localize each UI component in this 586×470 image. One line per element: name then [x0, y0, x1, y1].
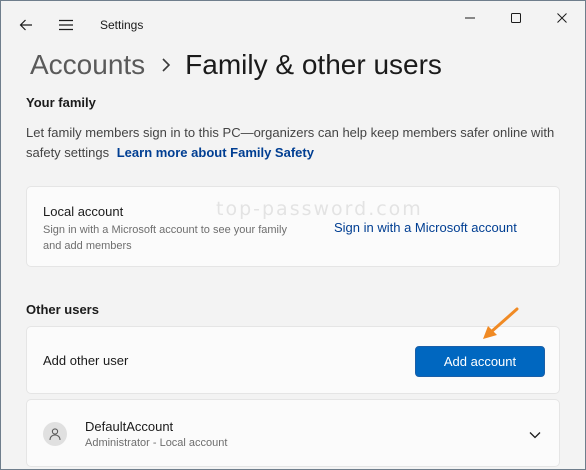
family-description: Let family members sign in to this PC—or…: [26, 123, 566, 163]
breadcrumb: Accounts Family & other users: [30, 49, 442, 81]
user-role: Administrator - Local account: [85, 437, 228, 449]
breadcrumb-accounts[interactable]: Accounts: [30, 49, 145, 81]
chevron-right-icon: [161, 57, 171, 73]
other-users-header: Other users: [26, 302, 99, 317]
your-family-header: Your family: [26, 95, 96, 110]
minimize-button[interactable]: [447, 1, 493, 35]
learn-more-family-safety-link[interactable]: Learn more about Family Safety: [117, 145, 314, 160]
local-account-title: Local account: [43, 204, 124, 219]
settings-window: Settings Accounts Family & other users Y…: [0, 0, 586, 470]
close-icon: [557, 13, 567, 23]
add-account-button[interactable]: Add account: [415, 346, 545, 377]
title-bar: Settings: [1, 1, 585, 47]
user-name: DefaultAccount: [85, 419, 174, 434]
chevron-down-icon[interactable]: [527, 427, 543, 443]
sign-in-microsoft-account-link[interactable]: Sign in with a Microsoft account: [334, 220, 517, 235]
maximize-button[interactable]: [493, 1, 539, 35]
back-arrow-icon[interactable]: [13, 12, 39, 38]
window-title: Settings: [100, 18, 144, 32]
maximize-icon: [511, 13, 521, 23]
orange-arrow-icon: [483, 307, 519, 339]
local-account-card: Local account Sign in with a Microsoft a…: [26, 186, 560, 267]
local-account-subtitle: Sign in with a Microsoft account to see …: [43, 224, 287, 252]
minimize-icon: [465, 17, 475, 19]
hamburger-menu-icon[interactable]: [53, 12, 79, 38]
user-row-defaultaccount[interactable]: DefaultAccount Administrator - Local acc…: [26, 399, 560, 467]
page-title: Family & other users: [185, 49, 442, 80]
person-icon: [43, 422, 67, 446]
close-button[interactable]: [539, 1, 585, 35]
add-other-user-label: Add other user: [43, 353, 129, 368]
